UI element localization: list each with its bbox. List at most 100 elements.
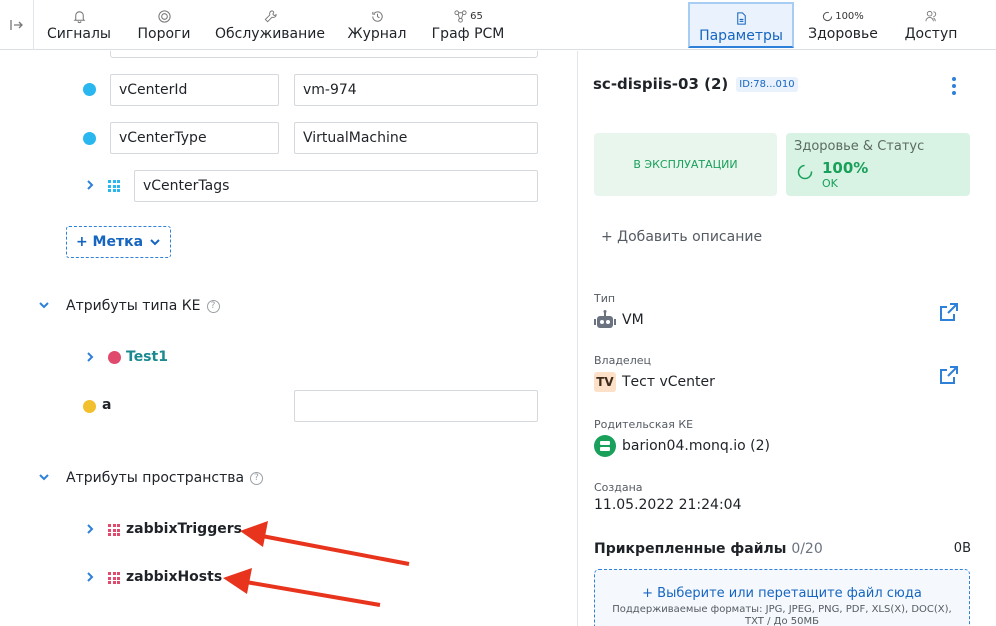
section-space-attributes: Атрибуты пространства ? xyxy=(66,470,264,486)
section-title: Атрибуты пространства xyxy=(66,470,245,486)
health-percent-badge: 100% xyxy=(835,10,864,22)
users-icon xyxy=(924,8,939,24)
tab-label: Граф РСМ xyxy=(431,26,505,42)
owner-label: Владелец xyxy=(594,354,651,367)
expand-arrow-icon xyxy=(9,20,23,30)
health-value: 100% xyxy=(822,159,869,177)
type-name: VM xyxy=(622,312,644,328)
tab-label: Параметры xyxy=(699,28,783,44)
tab-label: Здоровье xyxy=(808,26,878,42)
section-type-attributes: Атрибуты типа КЕ ? xyxy=(66,298,220,314)
attribute-value-field[interactable] xyxy=(294,390,538,422)
files-count: 0/20 xyxy=(791,541,823,557)
expand-sidebar-button[interactable] xyxy=(0,0,34,50)
parent-label: Родительская КЕ xyxy=(594,418,694,431)
status-card[interactable]: В ЭКСПЛУАТАЦИИ xyxy=(594,133,777,196)
open-external-icon[interactable] xyxy=(939,365,959,385)
tab-signals[interactable]: Сигналы xyxy=(47,0,111,50)
tab-label: Сигналы xyxy=(47,26,111,42)
graph-count-badge: 65 xyxy=(470,10,483,22)
type-value: VM xyxy=(594,310,644,330)
chevron-right-icon[interactable] xyxy=(84,571,96,583)
attribute-key-field[interactable]: vCenterType xyxy=(110,122,279,154)
graph-icon: 65 xyxy=(453,8,483,24)
dropzone-formats-text: Поддерживаемые форматы: JPG, JPEG, PNG, … xyxy=(612,604,952,615)
attribute-value-field[interactable]: VirtualMachine xyxy=(294,122,538,154)
tab-thresholds[interactable]: Пороги xyxy=(136,0,192,50)
annotation-arrow-icon xyxy=(223,568,381,607)
help-icon[interactable]: ? xyxy=(206,299,220,313)
chevron-down-icon[interactable] xyxy=(38,299,50,311)
tab-journal[interactable]: Журнал xyxy=(348,0,406,50)
files-title: Прикрепленные файлы 0/20 xyxy=(594,541,823,557)
ke-name: sc-dispiis-03 (2) xyxy=(593,75,729,93)
attribute-status-dot xyxy=(108,351,121,364)
attributes-pane: vCenterId vm-974 vCenterType VirtualMach… xyxy=(0,51,578,626)
more-options-icon[interactable] xyxy=(949,75,959,96)
group-grid-icon xyxy=(108,572,120,584)
tab-label: Пороги xyxy=(137,26,191,42)
help-icon[interactable]: ? xyxy=(250,471,264,485)
attribute-value-field[interactable]: vm-974 xyxy=(294,74,538,106)
document-icon xyxy=(734,10,749,26)
created-value: 11.05.2022 21:24:04 xyxy=(594,497,742,513)
attribute-status-dot xyxy=(83,132,96,145)
attribute-group-field[interactable]: vCenterTags xyxy=(134,170,538,202)
tab-graph[interactable]: 65 Граф РСМ xyxy=(432,0,504,50)
attribute-group-link[interactable]: Test1 xyxy=(126,349,168,365)
file-dropzone[interactable]: + Выберите или перетащите файл сюда Подд… xyxy=(594,569,970,626)
ke-title: sc-dispiis-03 (2) ID:78...010 xyxy=(593,75,798,93)
created-label: Создана xyxy=(594,481,643,494)
health-ring-icon xyxy=(797,164,813,180)
history-icon xyxy=(370,8,385,24)
ring-icon: 100% xyxy=(822,8,864,24)
add-description-button[interactable]: + Добавить описание xyxy=(601,229,762,245)
health-card[interactable]: Здоровье & Статус 100% OK xyxy=(786,133,970,196)
open-external-icon[interactable] xyxy=(939,302,959,322)
tab-label: Доступ xyxy=(904,26,958,42)
add-tag-button[interactable]: + Метка xyxy=(66,226,171,258)
add-tag-label: + Метка xyxy=(75,234,144,250)
attribute-value-input[interactable] xyxy=(110,51,538,58)
group-grid-icon xyxy=(108,180,120,192)
attribute-key-field[interactable]: vCenterId xyxy=(110,74,279,106)
details-pane: sc-dispiis-03 (2) ID:78...010 В ЭКСПЛУАТ… xyxy=(579,51,996,626)
attached-files-header: Прикрепленные файлы 0/20 0B xyxy=(594,541,971,557)
gauge-icon xyxy=(157,8,172,24)
status-label: В ЭКСПЛУАТАЦИИ xyxy=(633,158,738,171)
robot-icon xyxy=(594,310,616,328)
section-title: Атрибуты типа КЕ xyxy=(66,298,201,314)
owner-name: Тест vCenter xyxy=(622,374,715,390)
server-icon xyxy=(594,435,616,457)
owner-avatar: TV xyxy=(594,372,616,392)
chevron-down-icon[interactable] xyxy=(38,471,50,483)
chevron-right-icon[interactable] xyxy=(84,179,96,191)
attribute-key-label: a xyxy=(102,397,112,413)
attribute-status-dot xyxy=(83,400,96,413)
attribute-group-label[interactable]: zabbixHosts xyxy=(126,569,222,585)
id-badge[interactable]: ID:78...010 xyxy=(736,76,798,92)
tab-health[interactable]: 100% Здоровье xyxy=(808,0,878,50)
tab-label: Журнал xyxy=(347,26,407,42)
dropzone-limit-text: TXT / До 50МБ xyxy=(745,616,819,626)
bell-icon xyxy=(72,8,87,24)
dropzone-main-text: + Выберите или перетащите файл сюда xyxy=(642,586,922,601)
tab-parameters[interactable]: Параметры xyxy=(688,2,794,48)
health-title: Здоровье & Статус xyxy=(794,139,925,154)
attribute-status-dot xyxy=(83,83,96,96)
wrench-icon xyxy=(263,8,278,24)
type-label: Тип xyxy=(594,292,616,305)
attribute-group-label[interactable]: zabbixTriggers xyxy=(126,521,242,537)
annotation-arrow-icon xyxy=(240,521,410,566)
tab-access[interactable]: Доступ xyxy=(900,0,962,50)
top-navigation: Сигналы Пороги Обслуживание Журнал 65 Гр… xyxy=(0,0,996,50)
chevron-right-icon[interactable] xyxy=(84,351,96,363)
files-size: 0B xyxy=(953,541,971,556)
owner-value: TV Тест vCenter xyxy=(594,372,715,392)
chevron-right-icon[interactable] xyxy=(84,523,96,535)
parent-value[interactable]: barion04.monq.io (2) xyxy=(594,435,770,457)
group-grid-icon xyxy=(108,524,120,536)
health-state: OK xyxy=(822,177,838,190)
chevron-down-icon xyxy=(150,239,160,246)
tab-maintenance[interactable]: Обслуживание xyxy=(215,0,325,50)
